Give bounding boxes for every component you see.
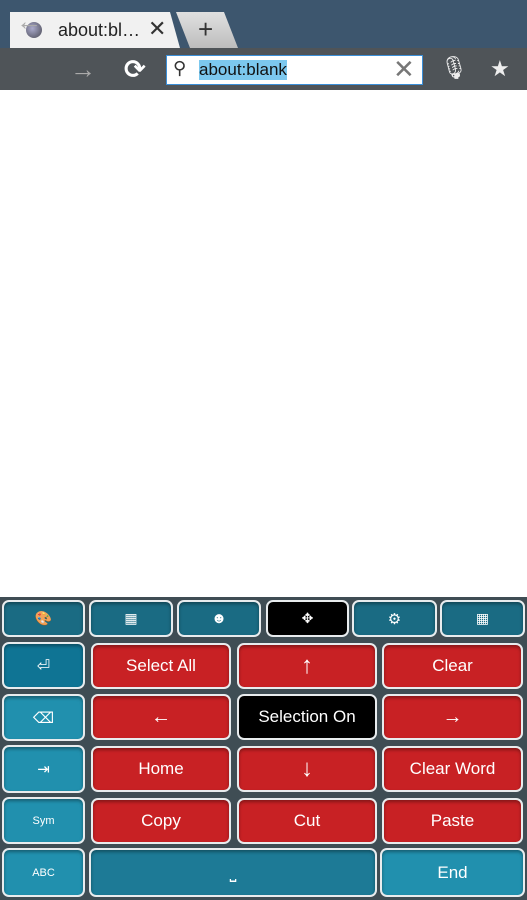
space-key[interactable]: ⎵ <box>89 848 377 897</box>
down-arrow-key[interactable]: ↓ <box>237 746 377 792</box>
search-icon: ⚲ <box>173 58 187 78</box>
page-content <box>0 90 527 597</box>
keyboard-hide-icon: ▦ <box>475 610 490 626</box>
settings-icon: ⚙ <box>387 610 402 628</box>
refresh-icon[interactable]: ⟳ <box>124 54 146 85</box>
numpad-key[interactable]: ▦ <box>89 600 173 637</box>
tab-icon: ⇥ <box>37 761 50 778</box>
up-arrow-key[interactable]: ↑ <box>237 643 377 689</box>
url-input[interactable]: ⚲ about:blank ✕ <box>166 54 423 85</box>
backspace-icon: ⌫ <box>32 709 55 727</box>
keyboard-hide-key[interactable]: ▦ <box>440 600 525 637</box>
select-all-key[interactable]: Select All <box>91 643 231 689</box>
bookmark-star-icon[interactable]: ★ <box>490 56 510 82</box>
end-key[interactable]: End <box>380 848 525 897</box>
home-key[interactable]: Home <box>91 746 231 792</box>
settings-key[interactable]: ⚙ <box>352 600 437 637</box>
microphone-icon[interactable]: 🎙 <box>440 55 468 81</box>
move-cursor-icon: ✥ <box>301 610 314 626</box>
right-arrow-key[interactable]: → <box>382 694 523 740</box>
keyboard: 🎨 ▦ ☻ ✥ ⚙ ▦ ⏎ ⌫ ⇥ Sym ABC Select All ↑ C… <box>0 597 527 900</box>
selection-on-key[interactable]: Selection On <box>237 694 377 740</box>
enter-icon: ⏎ <box>36 657 51 675</box>
abc-key[interactable]: ABC <box>2 848 85 897</box>
left-arrow-key[interactable]: ← <box>91 694 231 740</box>
clear-url-icon[interactable]: ✕ <box>393 54 415 85</box>
copy-key[interactable]: Copy <box>91 798 231 844</box>
backspace-key[interactable]: ⌫ <box>2 694 85 741</box>
plus-icon: + <box>198 14 214 44</box>
enter-key[interactable]: ⏎ <box>2 642 85 689</box>
url-text: about:blank <box>199 60 287 80</box>
close-tab-icon[interactable]: ✕ <box>148 16 166 42</box>
arrow-right-icon[interactable]: → <box>70 54 96 85</box>
tab-key[interactable]: ⇥ <box>2 745 85 793</box>
emoji-key[interactable]: ☻ <box>177 600 261 637</box>
smiley-icon: ☻ <box>211 610 227 627</box>
palette-key[interactable]: 🎨 <box>2 600 85 637</box>
palette-icon: 🎨 <box>34 610 53 626</box>
cut-key[interactable]: Cut <box>237 798 377 844</box>
sym-key[interactable]: Sym <box>2 797 85 844</box>
paste-key[interactable]: Paste <box>382 798 523 844</box>
move-cursor-key[interactable]: ✥ <box>266 600 349 637</box>
clear-word-key[interactable]: Clear Word <box>382 746 523 792</box>
tab-title: about:bl… <box>58 20 141 40</box>
arrow-left-icon[interactable]: ← <box>16 6 42 37</box>
clear-key[interactable]: Clear <box>382 643 523 689</box>
numpad-icon: ▦ <box>124 610 138 626</box>
